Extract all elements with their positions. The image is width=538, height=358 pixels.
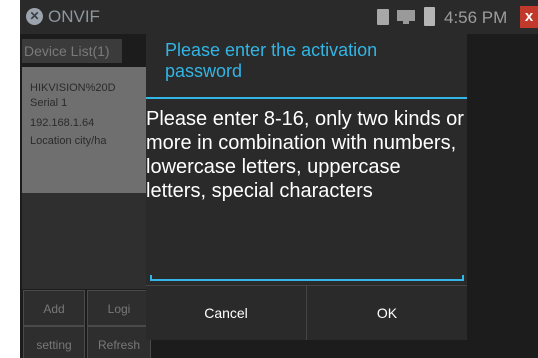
battery-icon bbox=[424, 7, 435, 26]
refresh-button[interactable]: Refresh bbox=[87, 326, 151, 358]
device-list-panel bbox=[22, 193, 152, 289]
device-list-item[interactable]: HIKVISION%20D Serial 1 192.168.1.64 Loca… bbox=[22, 67, 152, 193]
device-ip: 192.168.1.64 bbox=[30, 117, 95, 129]
setting-button[interactable]: setting bbox=[23, 326, 85, 358]
status-bar: ✕ ONVIF 4:56 PM x bbox=[20, 0, 538, 34]
add-button[interactable]: Add bbox=[23, 290, 85, 326]
dialog-title: Please enter the activation password bbox=[165, 40, 378, 81]
activation-password-dialog: Please enter the activation password Ple… bbox=[146, 33, 467, 340]
dialog-message: Please enter 8-16, only two kinds or mor… bbox=[146, 108, 464, 202]
close-icon[interactable]: x bbox=[520, 6, 538, 28]
cancel-button[interactable]: Cancel bbox=[146, 286, 306, 340]
login-button[interactable]: Logi bbox=[87, 290, 151, 326]
onvif-app-icon: ✕ bbox=[26, 8, 43, 25]
sd-card-icon bbox=[377, 9, 389, 25]
network-icon bbox=[397, 10, 415, 24]
app-title: ONVIF bbox=[48, 7, 100, 26]
device-screen: ✕ ONVIF 4:56 PM x Device List(1) HIKVISI… bbox=[20, 0, 538, 358]
dialog-title-divider bbox=[146, 97, 467, 99]
password-input[interactable] bbox=[150, 233, 464, 281]
device-serial: Serial 1 bbox=[30, 97, 68, 109]
input-underline-tick-right bbox=[462, 275, 464, 281]
status-time: 4:56 PM bbox=[444, 8, 508, 27]
device-name: HIKVISION%20D bbox=[30, 82, 116, 94]
device-location: Location city/ha bbox=[30, 135, 107, 147]
input-underline-tick-left bbox=[150, 275, 152, 281]
device-list-header: Device List(1) bbox=[22, 39, 122, 63]
ok-button[interactable]: OK bbox=[307, 286, 467, 340]
